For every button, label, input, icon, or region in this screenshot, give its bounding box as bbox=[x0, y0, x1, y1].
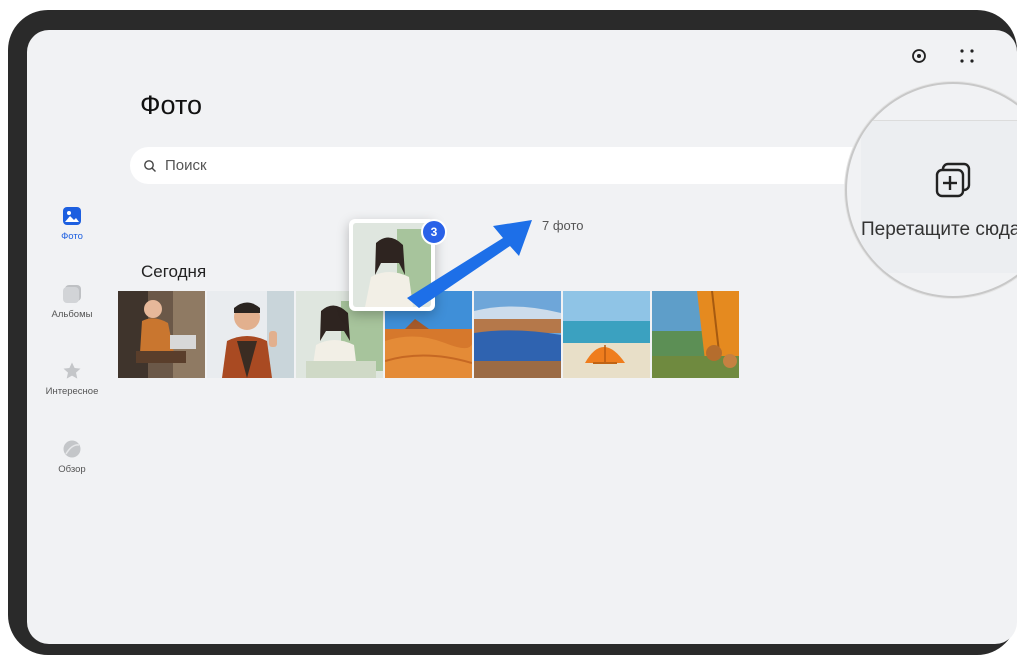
photo-thumbnail[interactable] bbox=[207, 291, 294, 378]
camera-icon[interactable] bbox=[909, 46, 929, 66]
top-toolbar bbox=[909, 46, 977, 66]
nav-label-photos: Фото bbox=[61, 231, 83, 242]
photo-thumbnail[interactable] bbox=[118, 291, 205, 378]
nav-item-albums[interactable]: Альбомы bbox=[35, 284, 109, 320]
star-icon bbox=[63, 362, 81, 379]
nav-label-explore: Обзор bbox=[58, 464, 86, 475]
more-options-icon[interactable] bbox=[957, 46, 977, 66]
section-title-today: Сегодня bbox=[141, 262, 207, 281]
nav-label-interesting: Интересное bbox=[45, 386, 99, 397]
page-title: Фото bbox=[140, 90, 203, 120]
photo-thumbnail[interactable] bbox=[563, 291, 650, 378]
search-icon bbox=[144, 159, 156, 172]
drop-zone-magnifier: Перетащите сюда bbox=[845, 82, 1017, 298]
gallery-screen: Фото Фото Альбомы Интересное Обзор 7 фот… bbox=[27, 30, 1017, 644]
selection-count: 7 фото bbox=[542, 218, 584, 233]
search-input[interactable] bbox=[163, 156, 567, 175]
nav-item-photos[interactable]: Фото bbox=[35, 206, 109, 242]
drag-arrow-icon bbox=[407, 220, 532, 308]
drop-zone-label: Перетащите сюда bbox=[861, 219, 1017, 240]
nav-item-explore[interactable]: Обзор bbox=[35, 439, 109, 475]
nav-label-albums: Альбомы bbox=[51, 309, 93, 320]
explore-icon bbox=[63, 440, 81, 458]
photo-thumbnail[interactable] bbox=[652, 291, 739, 378]
nav-item-interesting[interactable]: Интересное bbox=[35, 361, 109, 397]
album-icon bbox=[63, 285, 81, 303]
photo-icon bbox=[63, 207, 81, 225]
search-bar[interactable] bbox=[130, 147, 890, 184]
add-to-album-icon bbox=[935, 162, 971, 198]
